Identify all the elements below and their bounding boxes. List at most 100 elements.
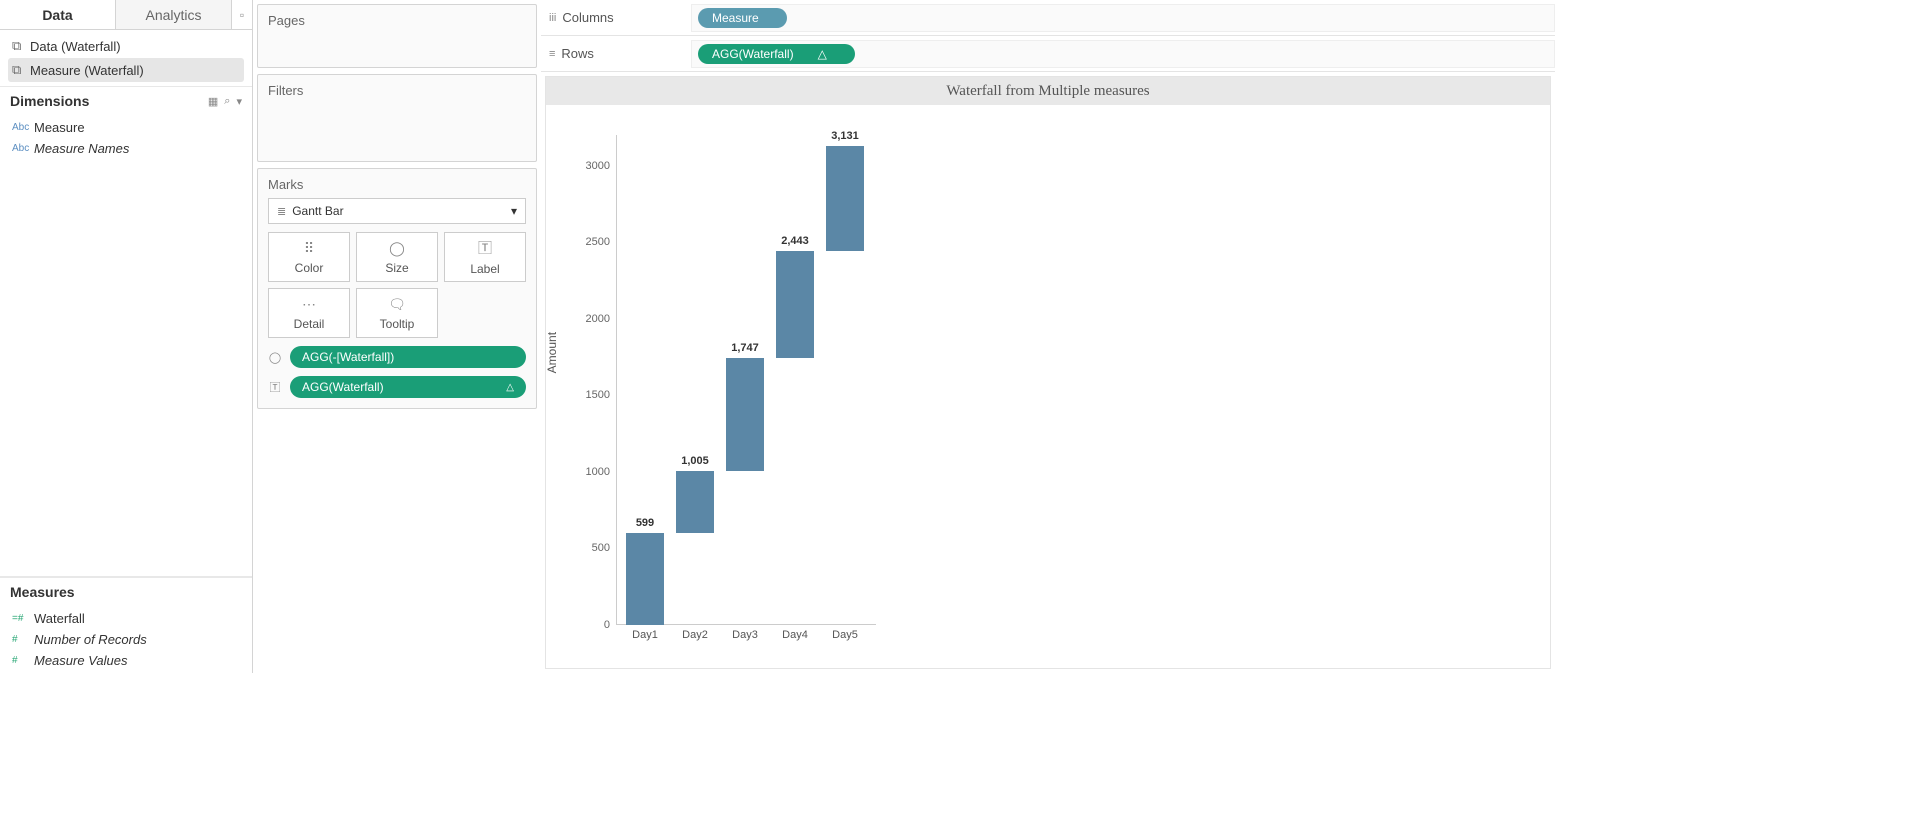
pill-label: Measure bbox=[712, 11, 759, 25]
measures-list: =# Waterfall # Number of Records # Measu… bbox=[0, 606, 252, 673]
dimension-field[interactable]: Abc Measure Names bbox=[10, 138, 242, 159]
dimension-field[interactable]: Abc Measure bbox=[10, 117, 242, 138]
mark-btn-label: Label bbox=[470, 262, 499, 276]
rows-pill[interactable]: AGG(Waterfall) △ bbox=[698, 44, 855, 64]
tab-menu-icon[interactable]: ▫ bbox=[232, 0, 252, 29]
field-label: Measure Values bbox=[34, 653, 127, 668]
field-label: Number of Records bbox=[34, 632, 147, 647]
mark-btn-label: Tooltip bbox=[380, 317, 415, 331]
rows-pill-area[interactable]: AGG(Waterfall) △ bbox=[691, 40, 1555, 68]
datasource-label: Data (Waterfall) bbox=[30, 39, 121, 54]
mark-type-select[interactable]: ≣ Gantt Bar ▾ bbox=[268, 198, 526, 224]
measures-title: Measures bbox=[10, 584, 75, 600]
pages-card[interactable]: Pages bbox=[257, 4, 537, 68]
rows-shelf[interactable]: ≡ Rows AGG(Waterfall) △ bbox=[541, 36, 1555, 72]
data-sidebar: Data Analytics ▫ ⧉ Data (Waterfall) ⧉ Me… bbox=[0, 0, 253, 673]
columns-shelf[interactable]: iii Columns Measure bbox=[541, 0, 1555, 36]
mark-color-button[interactable]: ⠿ Color bbox=[268, 232, 350, 282]
y-tick: 2000 bbox=[586, 313, 610, 325]
waterfall-bar[interactable] bbox=[776, 251, 814, 358]
number-type-icon: # bbox=[12, 634, 34, 645]
chevron-down-icon[interactable]: ▾ bbox=[236, 95, 242, 108]
waterfall-bar[interactable] bbox=[626, 533, 664, 625]
y-tick: 1000 bbox=[586, 466, 610, 478]
bar-label: 3,131 bbox=[815, 130, 875, 142]
bar-label: 1,005 bbox=[665, 455, 725, 467]
y-tick: 500 bbox=[592, 542, 610, 554]
bar-label: 2,443 bbox=[765, 235, 825, 247]
columns-pill[interactable]: Measure bbox=[698, 8, 787, 28]
mark-size-button[interactable]: ◯Size bbox=[356, 232, 438, 282]
measure-field[interactable]: =# Waterfall bbox=[10, 608, 242, 629]
x-tick: Day4 bbox=[782, 629, 808, 641]
mark-type-label: Gantt Bar bbox=[292, 204, 343, 218]
mark-pill[interactable]: AGG(-[Waterfall]) bbox=[290, 346, 526, 368]
dimensions-header: Dimensions ▦ ⌕ ▾ bbox=[0, 86, 252, 115]
mark-btn-label: Detail bbox=[294, 317, 325, 331]
x-axis-ticks: Day1Day2Day3Day4Day5 bbox=[616, 625, 876, 645]
app-root: Data Analytics ▫ ⧉ Data (Waterfall) ⧉ Me… bbox=[0, 0, 1555, 673]
mark-tooltip-button[interactable]: 🗨 Tooltip bbox=[356, 288, 438, 338]
filters-card[interactable]: Filters bbox=[257, 74, 537, 162]
plot-area: 050010001500200025003000 5991,0051,7472,… bbox=[616, 135, 876, 625]
number-type-icon: # bbox=[12, 655, 34, 666]
waterfall-bar[interactable] bbox=[676, 471, 714, 533]
tooltip-icon: 🗨 bbox=[388, 296, 406, 313]
pill-label: AGG(Waterfall) bbox=[712, 47, 794, 61]
mark-pill[interactable]: AGG(Waterfall) △ bbox=[290, 376, 526, 398]
rows-shelf-label: ≡ Rows bbox=[549, 46, 679, 61]
search-icon[interactable]: ⌕ bbox=[224, 95, 230, 108]
dimensions-tools[interactable]: ▦ ⌕ ▾ bbox=[208, 95, 242, 108]
datasource-icon: ⧉ bbox=[12, 62, 30, 78]
tab-analytics[interactable]: Analytics bbox=[116, 0, 232, 29]
sidebar-tabs: Data Analytics ▫ bbox=[0, 0, 252, 30]
x-tick: Day2 bbox=[682, 629, 708, 641]
field-label: Waterfall bbox=[34, 611, 85, 626]
card-title: Pages bbox=[268, 13, 526, 28]
rows-icon: ≡ bbox=[549, 48, 555, 60]
y-axis-label: Amount bbox=[545, 331, 559, 372]
viz-area: iii Columns Measure ≡ Rows AGG(Waterfall… bbox=[541, 0, 1555, 673]
label-icon: 🅃 bbox=[478, 238, 492, 258]
mark-detail-button[interactable]: ⋯Detail bbox=[268, 288, 350, 338]
columns-icon: iii bbox=[549, 12, 556, 24]
measures-header: Measures bbox=[0, 577, 252, 606]
viz-container: Waterfall from Multiple measures Amount … bbox=[545, 76, 1551, 669]
columns-pill-area[interactable]: Measure bbox=[691, 4, 1555, 32]
color-icon: ⠿ bbox=[304, 240, 314, 257]
bars-layer: 5991,0051,7472,4433,131 bbox=[616, 135, 876, 625]
measure-field[interactable]: # Number of Records bbox=[10, 629, 242, 650]
x-tick: Day3 bbox=[732, 629, 758, 641]
delta-icon: △ bbox=[818, 47, 827, 61]
marks-card: Marks ≣ Gantt Bar ▾ ⠿ Color ◯Size 🅃 Label ⋯… bbox=[257, 168, 537, 409]
view-grid-icon[interactable]: ▦ bbox=[208, 95, 218, 108]
datasource-icon: ⧉ bbox=[12, 38, 30, 54]
gantt-icon: ≣ bbox=[277, 206, 286, 218]
waterfall-bar[interactable] bbox=[726, 358, 764, 472]
datasource-item[interactable]: ⧉ Data (Waterfall) bbox=[8, 34, 244, 58]
bar-label: 599 bbox=[615, 517, 675, 529]
mark-buttons-grid: ⠿ Color ◯Size 🅃 Label ⋯Detail 🗨 Tooltip bbox=[268, 232, 526, 338]
datasource-list: ⧉ Data (Waterfall) ⧉ Measure (Waterfall) bbox=[0, 30, 252, 86]
measure-field[interactable]: # Measure Values bbox=[10, 650, 242, 671]
string-type-icon: Abc bbox=[12, 122, 34, 133]
datasource-label: Measure (Waterfall) bbox=[30, 63, 144, 78]
waterfall-bar[interactable] bbox=[826, 146, 864, 251]
shelf-label-text: Columns bbox=[562, 10, 613, 25]
y-tick: 3000 bbox=[586, 160, 610, 172]
datasource-item[interactable]: ⧉ Measure (Waterfall) bbox=[8, 58, 244, 82]
pill-label: AGG(-[Waterfall]) bbox=[302, 350, 394, 364]
string-type-icon: Abc bbox=[12, 143, 34, 154]
field-label: Measure bbox=[34, 120, 85, 135]
mark-btn-label: Color bbox=[295, 261, 324, 275]
mark-label-button[interactable]: 🅃 Label bbox=[444, 232, 526, 282]
label-icon: 🅃 bbox=[268, 379, 282, 395]
card-title: Marks bbox=[268, 177, 526, 192]
y-tick: 0 bbox=[604, 619, 610, 631]
chevron-down-icon: ▾ bbox=[511, 204, 517, 218]
y-tick: 2500 bbox=[586, 236, 610, 248]
tab-data[interactable]: Data bbox=[0, 0, 116, 29]
card-title: Filters bbox=[268, 83, 526, 98]
mark-pill-row: 🅃 AGG(Waterfall) △ bbox=[268, 376, 526, 398]
chart-body[interactable]: Amount 050010001500200025003000 5991,005… bbox=[546, 105, 1550, 668]
